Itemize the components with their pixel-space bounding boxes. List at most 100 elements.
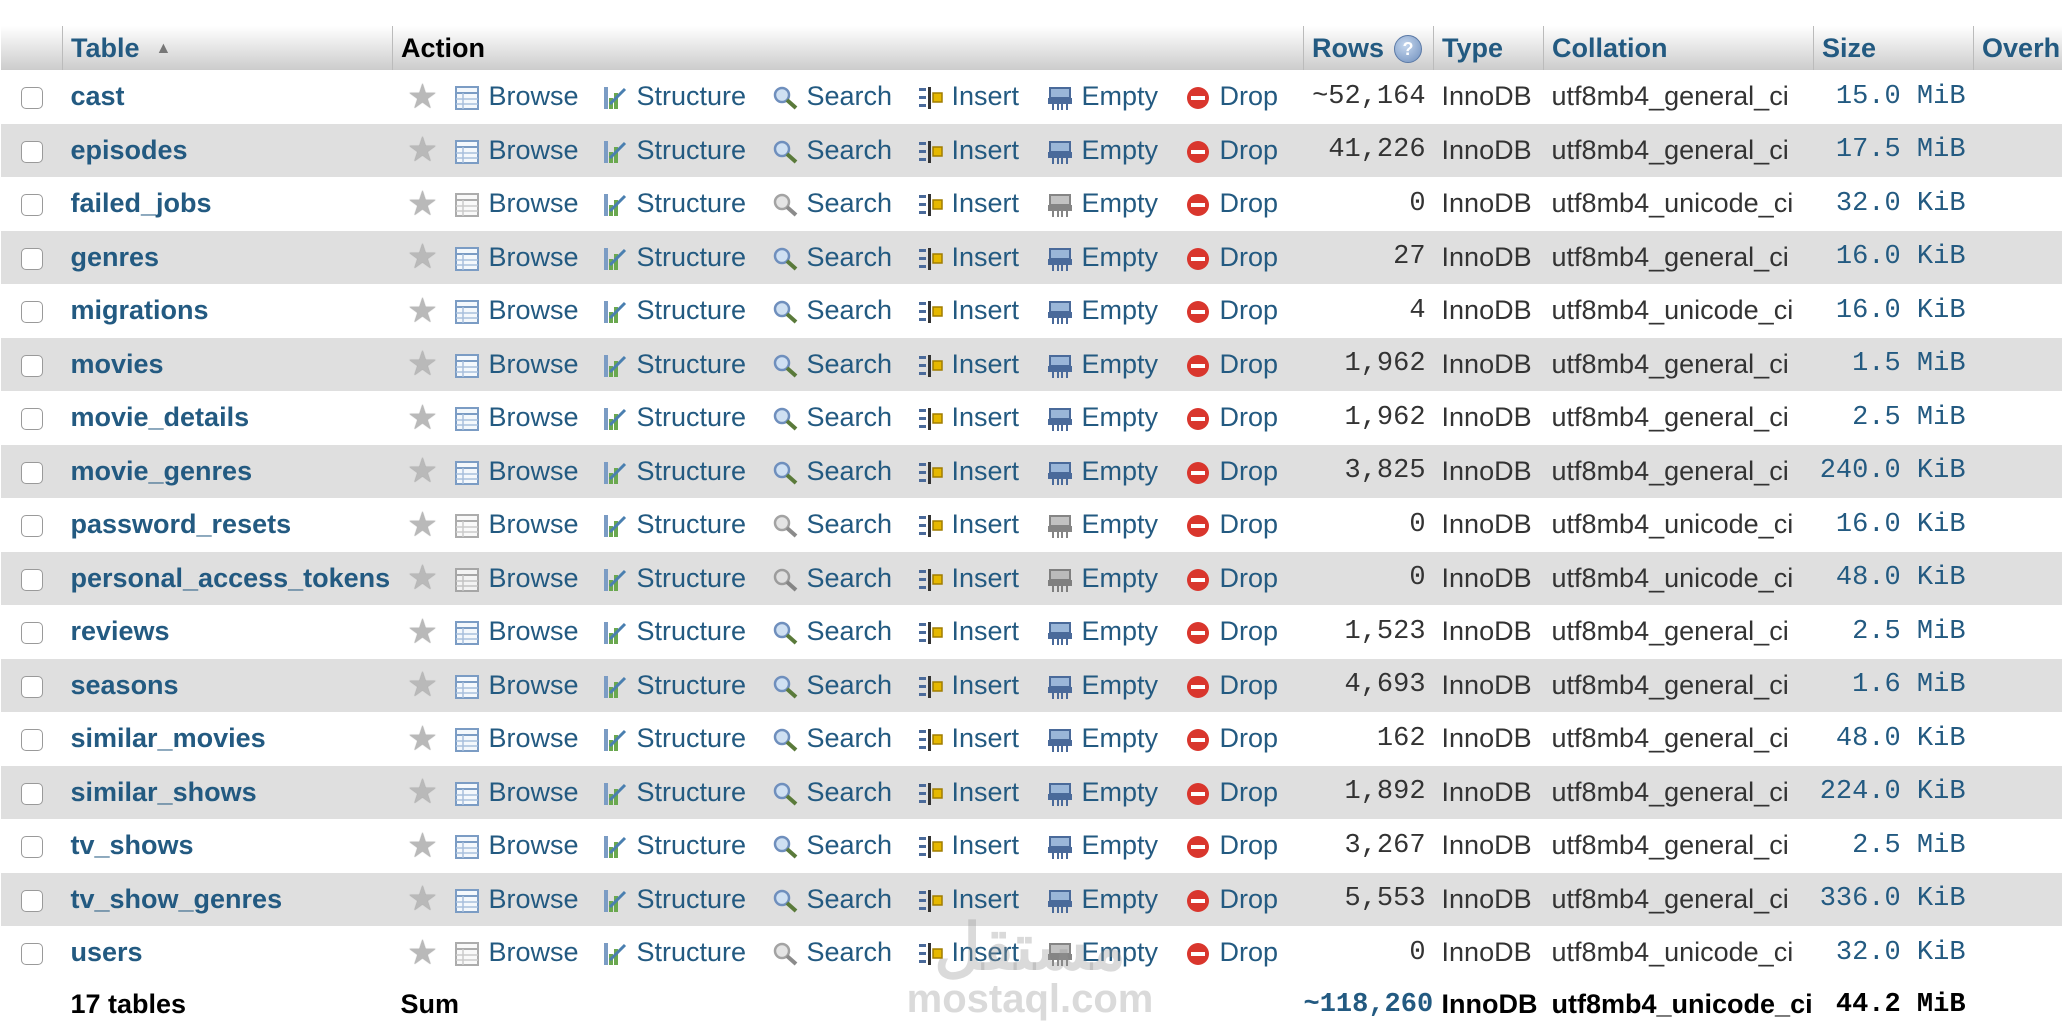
browse-action[interactable]: Browse [453, 456, 579, 487]
browse-action[interactable]: Browse [453, 616, 579, 647]
drop-action[interactable]: Drop [1184, 884, 1278, 915]
insert-action[interactable]: Insert [916, 884, 1019, 915]
drop-action[interactable]: Drop [1184, 670, 1278, 701]
browse-action[interactable]: Browse [453, 937, 579, 968]
row-checkbox[interactable] [20, 354, 43, 377]
browse-action[interactable]: Browse [453, 242, 579, 273]
star-icon[interactable]: ★ [407, 559, 437, 597]
browse-action[interactable]: Browse [453, 670, 579, 701]
empty-action[interactable]: Empty [1046, 349, 1158, 380]
row-size[interactable]: 2.5 MiB [1814, 391, 1974, 445]
row-size[interactable]: 16.0 KiB [1814, 284, 1974, 338]
drop-action[interactable]: Drop [1184, 188, 1278, 219]
row-size[interactable]: 240.0 KiB [1814, 445, 1974, 499]
star-icon[interactable]: ★ [407, 934, 437, 972]
drop-action[interactable]: Drop [1184, 723, 1278, 754]
search-action[interactable]: Search [771, 884, 892, 915]
row-size[interactable]: 48.0 KiB [1814, 552, 1974, 606]
search-action[interactable]: Search [771, 509, 892, 540]
star-icon[interactable]: ★ [407, 452, 437, 490]
star-icon[interactable]: ★ [407, 238, 437, 276]
structure-action[interactable]: Structure [601, 670, 746, 701]
row-size[interactable]: 48.0 KiB [1814, 712, 1974, 766]
structure-action[interactable]: Structure [601, 242, 746, 273]
drop-action[interactable]: Drop [1184, 563, 1278, 594]
header-table[interactable]: Table ▲ [62, 26, 393, 70]
row-size[interactable]: 2.5 MiB [1814, 819, 1974, 873]
browse-action[interactable]: Browse [453, 884, 579, 915]
empty-action[interactable]: Empty [1046, 884, 1158, 915]
structure-action[interactable]: Structure [601, 723, 746, 754]
insert-action[interactable]: Insert [916, 777, 1019, 808]
structure-action[interactable]: Structure [601, 777, 746, 808]
drop-action[interactable]: Drop [1184, 937, 1278, 968]
drop-action[interactable]: Drop [1184, 616, 1278, 647]
structure-action[interactable]: Structure [601, 349, 746, 380]
search-action[interactable]: Search [771, 670, 892, 701]
star-icon[interactable]: ★ [407, 131, 437, 169]
search-action[interactable]: Search [771, 188, 892, 219]
insert-action[interactable]: Insert [916, 456, 1019, 487]
browse-action[interactable]: Browse [453, 135, 579, 166]
row-checkbox[interactable] [20, 943, 43, 966]
table-name-link[interactable]: seasons [63, 659, 393, 713]
row-checkbox[interactable] [20, 836, 43, 859]
row-size[interactable]: 224.0 KiB [1814, 766, 1974, 820]
row-size[interactable]: 32.0 KiB [1814, 926, 1974, 980]
search-action[interactable]: Search [771, 81, 892, 112]
table-name-link[interactable]: reviews [63, 605, 393, 659]
empty-action[interactable]: Empty [1046, 777, 1158, 808]
structure-action[interactable]: Structure [601, 509, 746, 540]
search-action[interactable]: Search [771, 616, 892, 647]
drop-action[interactable]: Drop [1184, 830, 1278, 861]
search-action[interactable]: Search [771, 402, 892, 433]
browse-action[interactable]: Browse [453, 188, 579, 219]
header-type[interactable]: Type [1433, 26, 1545, 70]
header-collation[interactable]: Collation [1543, 26, 1815, 70]
star-icon[interactable]: ★ [407, 613, 437, 651]
structure-action[interactable]: Structure [601, 188, 746, 219]
insert-action[interactable]: Insert [916, 81, 1019, 112]
browse-action[interactable]: Browse [453, 723, 579, 754]
empty-action[interactable]: Empty [1046, 242, 1158, 273]
table-name-link[interactable]: movies [63, 338, 393, 392]
table-name-link[interactable]: similar_movies [63, 712, 393, 766]
search-action[interactable]: Search [771, 349, 892, 380]
insert-action[interactable]: Insert [916, 563, 1019, 594]
search-action[interactable]: Search [771, 777, 892, 808]
browse-action[interactable]: Browse [453, 295, 579, 326]
search-action[interactable]: Search [771, 830, 892, 861]
row-checkbox[interactable] [20, 194, 43, 217]
browse-action[interactable]: Browse [453, 81, 579, 112]
row-size[interactable]: 32.0 KiB [1814, 177, 1974, 231]
empty-action[interactable]: Empty [1046, 135, 1158, 166]
empty-action[interactable]: Empty [1046, 830, 1158, 861]
structure-action[interactable]: Structure [601, 456, 746, 487]
empty-action[interactable]: Empty [1046, 295, 1158, 326]
header-rows[interactable]: Rows? [1303, 26, 1435, 70]
insert-action[interactable]: Insert [916, 830, 1019, 861]
row-size[interactable]: 17.5 MiB [1814, 124, 1974, 178]
row-size[interactable]: 16.0 KiB [1814, 231, 1974, 285]
star-icon[interactable]: ★ [407, 185, 437, 223]
row-size[interactable]: 2.5 MiB [1814, 605, 1974, 659]
structure-action[interactable]: Structure [601, 295, 746, 326]
search-action[interactable]: Search [771, 563, 892, 594]
row-checkbox[interactable] [20, 461, 43, 484]
row-checkbox[interactable] [20, 889, 43, 912]
structure-action[interactable]: Structure [601, 884, 746, 915]
table-name-link[interactable]: movie_genres [63, 445, 393, 499]
table-name-link[interactable]: password_resets [63, 498, 393, 552]
table-name-link[interactable]: tv_shows [63, 819, 393, 873]
star-icon[interactable]: ★ [407, 506, 437, 544]
insert-action[interactable]: Insert [916, 616, 1019, 647]
search-action[interactable]: Search [771, 242, 892, 273]
search-action[interactable]: Search [771, 937, 892, 968]
search-action[interactable]: Search [771, 723, 892, 754]
row-size[interactable]: 336.0 KiB [1814, 873, 1974, 927]
row-checkbox[interactable] [20, 301, 43, 324]
search-action[interactable]: Search [771, 456, 892, 487]
empty-action[interactable]: Empty [1046, 670, 1158, 701]
drop-action[interactable]: Drop [1184, 295, 1278, 326]
insert-action[interactable]: Insert [916, 135, 1019, 166]
